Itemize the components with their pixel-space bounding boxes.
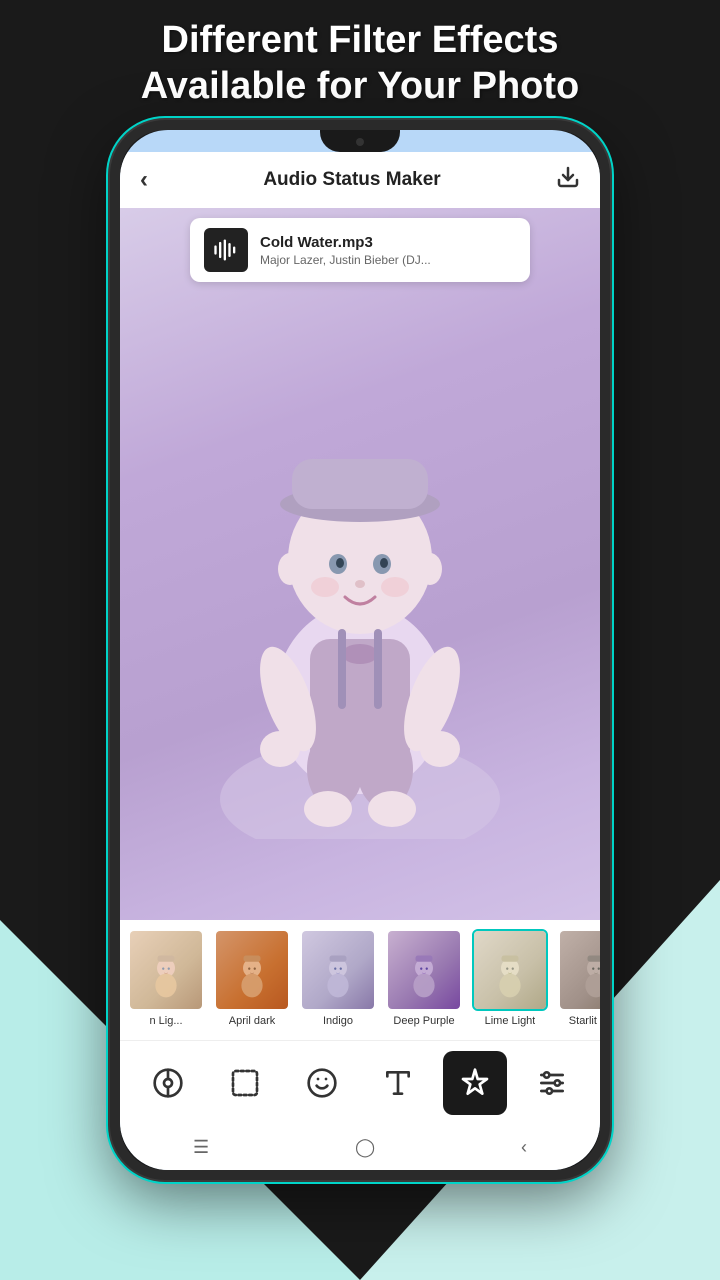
nav-menu[interactable]: ☰ — [193, 1137, 209, 1158]
filter-thumb-deep-purple — [386, 929, 462, 1011]
baby-illustration — [220, 319, 500, 839]
filter-thumb-starlit-dark — [558, 929, 600, 1011]
toolbar-frame-button[interactable] — [213, 1051, 277, 1115]
page-title: Different Filter Effects Available for Y… — [0, 18, 720, 109]
filter-item-prev[interactable]: n Lig... — [124, 925, 208, 1035]
baby-photo — [120, 208, 600, 950]
audio-info: Cold Water.mp3 Major Lazer, Justin Biebe… — [260, 234, 516, 267]
bottom-toolbar — [120, 1040, 600, 1124]
filter-label-prev: n Lig... — [149, 1015, 182, 1027]
filter-item-starlit-dark[interactable]: Starlit Dark — [554, 925, 600, 1035]
toolbar-adjust-button[interactable] — [520, 1051, 584, 1115]
filter-label-april-dark: April dark — [229, 1015, 275, 1027]
toolbar-filter-button[interactable] — [443, 1051, 507, 1115]
download-button[interactable] — [556, 165, 580, 195]
audio-title: Cold Water.mp3 — [260, 234, 516, 251]
filter-thumb-lime-light — [472, 929, 548, 1011]
nav-home[interactable]: ◯ — [355, 1137, 375, 1158]
filter-item-deep-purple[interactable]: Deep Purple — [382, 925, 466, 1035]
filter-thumb-prev — [128, 929, 204, 1011]
audio-subtitle: Major Lazer, Justin Bieber (DJ... — [260, 253, 516, 267]
filter-item-indigo[interactable]: Indigo — [296, 925, 380, 1035]
camera — [356, 138, 364, 146]
filter-item-april-dark[interactable]: April dark — [210, 925, 294, 1035]
nav-back[interactable]: ‹ — [521, 1137, 527, 1158]
filter-label-starlit-dark: Starlit Dark — [569, 1015, 600, 1027]
filter-thumb-april-dark — [214, 929, 290, 1011]
phone-frame: ‹ Audio Status Maker — [110, 120, 610, 1180]
nav-bar: ☰ ◯ ‹ — [120, 1124, 600, 1170]
filter-item-lime-light[interactable]: Lime Light — [468, 925, 552, 1035]
audio-waveform-icon — [204, 228, 248, 272]
filter-strip: n Lig... April dark — [120, 920, 600, 1040]
back-button[interactable]: ‹ — [140, 166, 148, 194]
toolbar-text-button[interactable] — [366, 1051, 430, 1115]
header-title: Audio Status Maker — [263, 169, 440, 191]
app-header: ‹ Audio Status Maker — [120, 152, 600, 208]
audio-bar[interactable]: Cold Water.mp3 Major Lazer, Justin Biebe… — [190, 218, 530, 282]
notch — [320, 130, 400, 152]
toolbar-sticker-button[interactable] — [290, 1051, 354, 1115]
phone-screen: ‹ Audio Status Maker — [120, 130, 600, 1170]
filter-label-indigo: Indigo — [323, 1015, 353, 1027]
toolbar-music-button[interactable] — [136, 1051, 200, 1115]
photo-area — [120, 208, 600, 950]
filter-label-deep-purple: Deep Purple — [393, 1015, 454, 1027]
filter-label-lime-light: Lime Light — [485, 1015, 536, 1027]
filter-thumb-indigo — [300, 929, 376, 1011]
